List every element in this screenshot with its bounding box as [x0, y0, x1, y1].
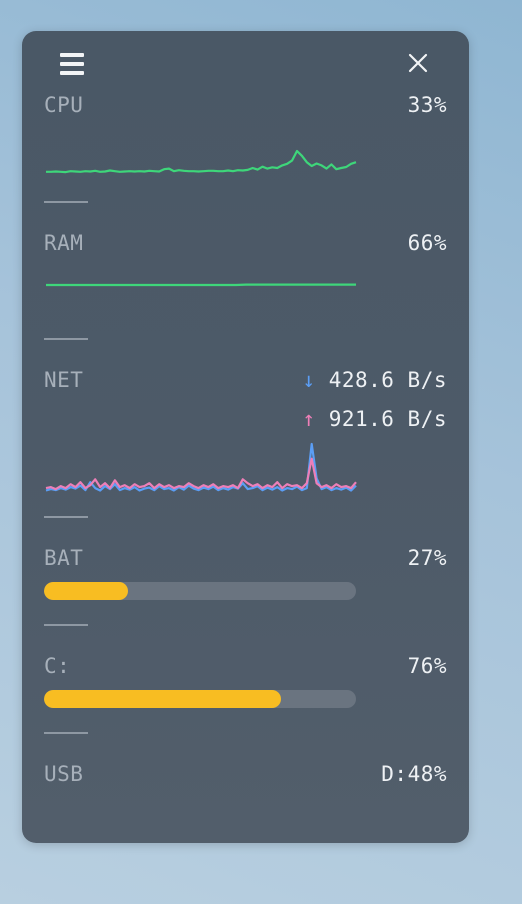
net-upload-value: 921.6 B/s [328, 407, 447, 431]
battery-bar [44, 582, 356, 600]
net-sparkline [45, 442, 357, 492]
disk-bar [44, 690, 356, 708]
divider [44, 201, 88, 203]
arrow-up-icon: ↑ [302, 407, 316, 431]
ram-sparkline [46, 283, 356, 287]
disk-label: C: [44, 654, 71, 678]
divider [44, 516, 88, 518]
cpu-label: CPU [44, 93, 84, 117]
close-icon[interactable] [406, 51, 430, 75]
cpu-sparkline [46, 149, 357, 174]
bat-value: 27% [407, 546, 447, 570]
ram-label: RAM [44, 231, 84, 255]
net-download-rate: ↓ 428.6 B/s [302, 368, 447, 392]
divider [44, 732, 88, 734]
system-monitor-panel: CPU 33% RAM 66% NET ↓ 428.6 B/s ↑ 921.6 … [22, 31, 469, 843]
battery-bar-fill [44, 582, 129, 600]
net-upload-rate: ↑ 921.6 B/s [302, 407, 447, 431]
disk-value: 76% [407, 654, 447, 678]
net-label: NET [44, 368, 84, 392]
ram-value: 66% [407, 231, 447, 255]
usb-label: USB [44, 762, 84, 786]
net-download-value: 428.6 B/s [328, 368, 447, 392]
menu-icon[interactable] [60, 53, 84, 75]
disk-bar-fill [44, 690, 282, 708]
divider [44, 624, 88, 626]
usb-value: D:48% [381, 762, 447, 786]
cpu-history-line [46, 149, 357, 174]
bat-label: BAT [44, 546, 84, 570]
cpu-value: 33% [407, 93, 447, 117]
divider [44, 338, 88, 340]
arrow-down-icon: ↓ [302, 368, 316, 392]
